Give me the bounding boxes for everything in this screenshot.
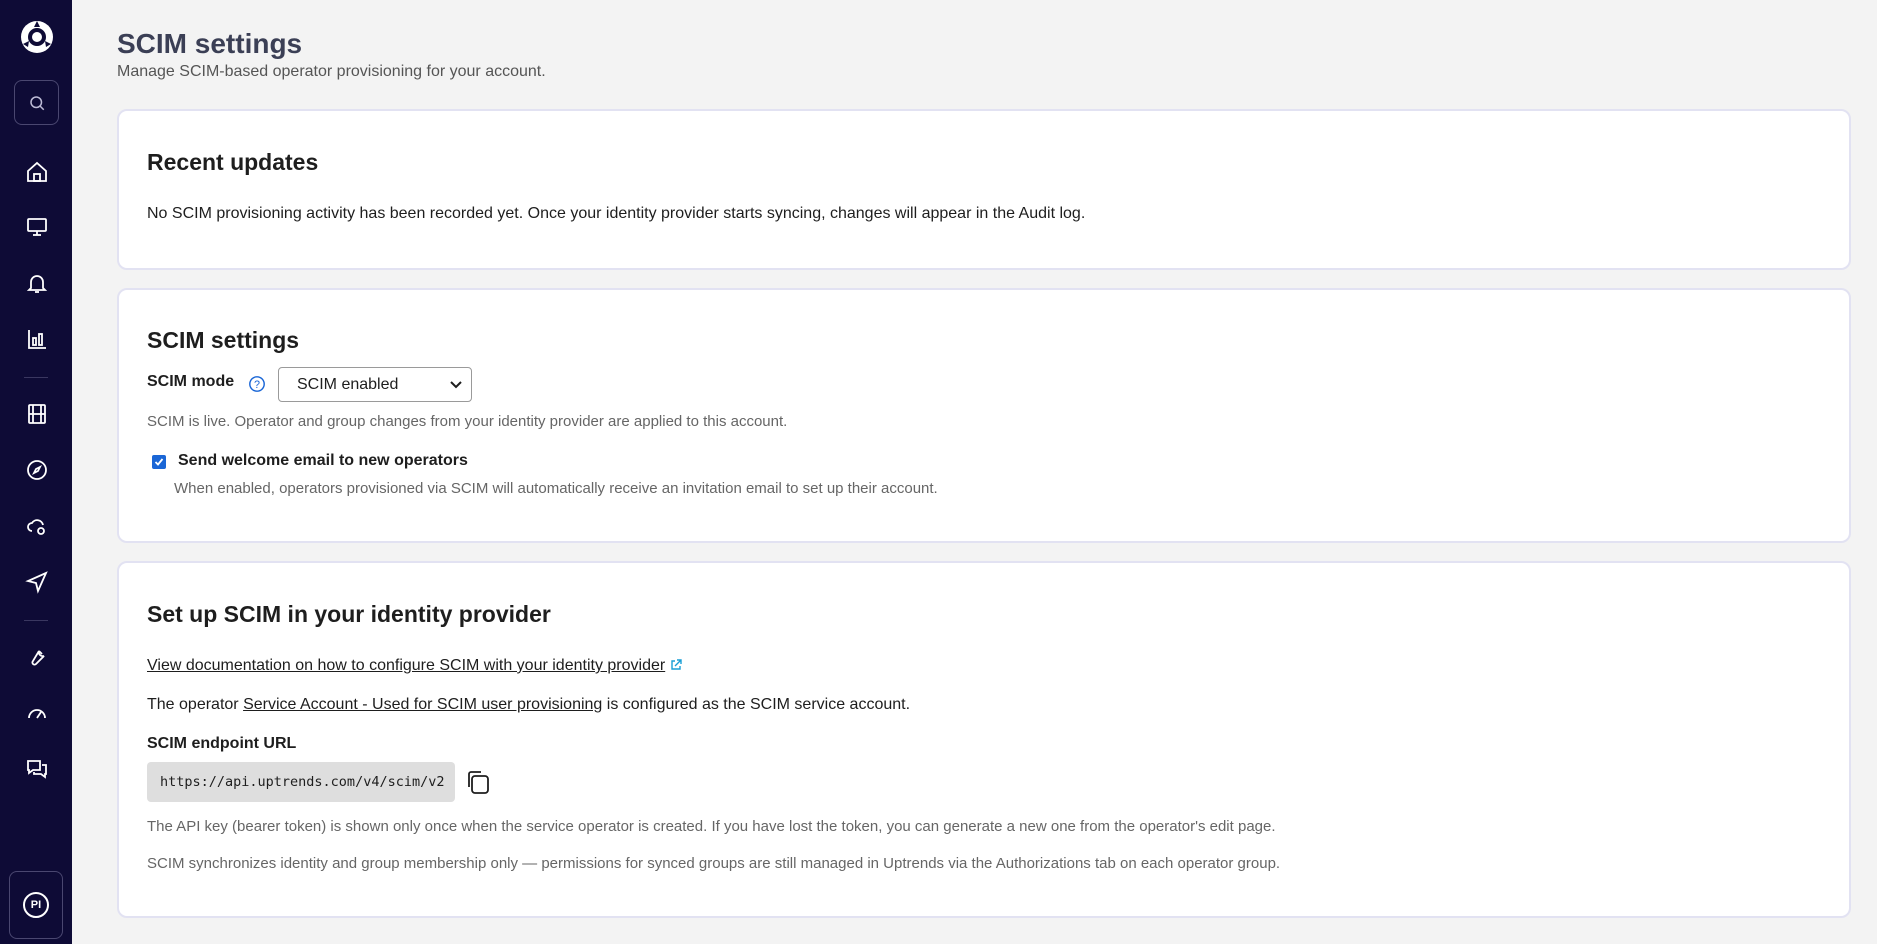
service-account-link[interactable]: Service Account - Used for SCIM user pro… <box>243 696 602 713</box>
recent-updates-card: Recent updates No SCIM provisioning acti… <box>117 109 1851 270</box>
operator-suffix: is configured as the SCIM service accoun… <box>606 696 911 713</box>
sidebar-divider <box>24 620 48 621</box>
scim-mode-label: SCIM mode <box>147 373 235 390</box>
search-icon <box>29 95 44 110</box>
gauge-icon[interactable] <box>24 700 50 726</box>
scim-sync-note: SCIM synchronizes identity and group mem… <box>147 855 1281 872</box>
chart-icon[interactable] <box>24 326 50 352</box>
setup-scim-card: Set up SCIM in your identity provider Vi… <box>117 561 1851 918</box>
endpoint-label: SCIM endpoint URL <box>147 735 297 752</box>
help-icon[interactable]: ? <box>248 375 266 398</box>
setup-scim-title: Set up SCIM in your identity provider <box>147 601 551 627</box>
page-title: SCIM settings <box>117 28 303 59</box>
scim-settings-card: SCIM settings SCIM mode ? SCIM enabled S… <box>117 288 1851 543</box>
user-menu-button[interactable]: PI <box>9 871 63 939</box>
copy-icon <box>468 771 489 794</box>
welcome-email-help: When enabled, operators provisioned via … <box>174 480 938 497</box>
scim-mode-help: SCIM is live. Operator and group changes… <box>147 413 788 430</box>
svg-text:?: ? <box>254 379 260 391</box>
doc-link-row: View documentation on how to configure S… <box>147 657 682 675</box>
welcome-email-checkbox[interactable] <box>152 455 166 469</box>
sidebar-divider <box>24 377 48 378</box>
logo-icon[interactable] <box>18 18 56 56</box>
send-icon[interactable] <box>24 569 50 595</box>
avatar: PI <box>23 892 49 918</box>
chat-icon[interactable] <box>24 756 50 782</box>
welcome-email-label[interactable]: Send welcome email to new operators <box>178 452 468 470</box>
documentation-link[interactable]: View documentation on how to configure S… <box>147 657 665 674</box>
external-link-icon <box>670 659 682 670</box>
home-icon[interactable] <box>24 159 50 185</box>
endpoint-url-field[interactable]: https://api.uptrends.com/v4/scim/v2 <box>147 762 455 802</box>
scim-settings-title: SCIM settings <box>147 327 300 353</box>
chevron-down-icon <box>450 380 462 388</box>
operator-row: The operator Service Account - Used for … <box>147 696 910 714</box>
operator-prefix: The operator <box>147 696 239 713</box>
sidebar: PI <box>0 0 72 944</box>
search-button[interactable] <box>14 80 59 125</box>
bell-icon[interactable] <box>24 270 50 296</box>
recent-updates-text: No SCIM provisioning activity has been r… <box>147 205 1086 222</box>
api-key-note: The API key (bearer token) is shown only… <box>147 818 1276 835</box>
copy-button[interactable] <box>464 768 492 801</box>
scim-mode-select[interactable]: SCIM enabled <box>278 367 472 402</box>
cloud-gear-icon[interactable] <box>24 513 50 539</box>
wrench-icon[interactable] <box>24 644 50 670</box>
check-icon <box>154 458 164 466</box>
film-icon[interactable] <box>24 401 50 427</box>
page-subtitle: Manage SCIM-based operator provisioning … <box>117 63 546 80</box>
scim-mode-value: SCIM enabled <box>297 375 399 393</box>
compass-icon[interactable] <box>24 457 50 483</box>
monitor-icon[interactable] <box>24 214 50 240</box>
recent-updates-title: Recent updates <box>147 149 319 175</box>
